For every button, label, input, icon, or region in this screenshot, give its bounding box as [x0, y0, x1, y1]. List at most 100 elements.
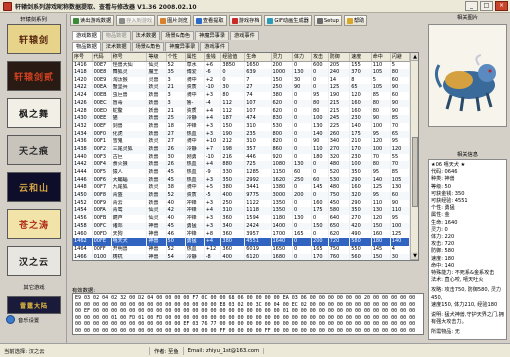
column-header[interactable]: 命中 [371, 53, 391, 62]
table-row[interactable]: 1416 00E7 怪兽大仙 仙灵 52 草水 +6 3850 1650 200 0 600 205 15… [73, 61, 411, 69]
table-cell: 0 [292, 245, 313, 254]
game-button[interactable]: 云和山 [7, 172, 61, 202]
table-row[interactable]: 1438 00F2 三尾灵狐 妖兽 26 冷静 +7 198 357 860 0 110 270 170 1… [73, 145, 411, 154]
table-cell: 170 [349, 145, 372, 154]
game-button[interactable]: 天之痕 [7, 135, 61, 165]
table-row[interactable]: 1434 00F0 化虎 妖兽 27 热血 +3 190 235 800 0 140 260 175 95 6… [73, 130, 411, 139]
table-row[interactable]: 1450 00F8 青盔 妖兽 52 资质 -5 400 9775 3000 200 0 750 320 9… [73, 192, 411, 200]
table-cell: 860 [271, 145, 293, 154]
toolbar-button[interactable]: 帮助 [343, 15, 368, 26]
game-button[interactable]: 苍之涛 [7, 209, 61, 239]
table-row[interactable]: 1448 00F7 九尾狐 妖灵 38 骑中 +5 380 3441 1380 0 145 480 160… [73, 184, 411, 192]
table-row[interactable]: 1440 00F3 古巨 妖兽 30 刚勇 -10 216 446 920 0 180 320 230 70… [73, 153, 411, 162]
column-header[interactable]: 属性 [185, 53, 205, 62]
toolbar-button[interactable]: Setup [313, 15, 342, 26]
data-table[interactable]: 序号 代码 称号 等级 个性 属性 金钱 经验值 生命 灵力 体力 攻击 防御 速度 命中 闪避 1416 00E… [72, 52, 419, 261]
toolbar-button[interactable]: 图片浏览 [157, 15, 191, 26]
table-cell: 80 [371, 161, 391, 169]
tab[interactable]: 游戏事件 [230, 31, 259, 40]
table-row[interactable]: 1432 00EF 剑兽 妖兽 18 冲锋 +3 150 310 530 0 130 225 140 100… [73, 122, 411, 131]
table-cell: -5 [204, 192, 222, 200]
column-header[interactable]: 攻击 [311, 53, 329, 62]
maximize-button[interactable]: □ [480, 1, 493, 11]
table-cell: 125 [371, 184, 391, 192]
column-header[interactable]: 闪避 [390, 53, 411, 62]
table-row[interactable]: 1422 00EA 蟹坚兵 妖灵 21 资质 -10 30 27 250 90 0 125 65 105 90 [73, 84, 411, 93]
minimize-button[interactable]: _ [465, 1, 478, 11]
table-cell: 1620 [271, 176, 293, 185]
column-header[interactable]: 灵力 [271, 53, 293, 62]
table-cell: 720 [328, 238, 351, 246]
column-header[interactable]: 称号 [111, 53, 148, 62]
column-header[interactable]: 防御 [328, 53, 351, 62]
tab[interactable]: 游戏事件 [200, 42, 230, 51]
table-row[interactable]: 1424 00EB 虫巨兽 妖兽 3 骑中 +3 80 74 380 0 95 190 120 85 60 [73, 92, 411, 100]
tab[interactable]: 游戏数据 [72, 31, 101, 40]
toolbar-button[interactable]: 读出游戏数据 [70, 15, 115, 26]
column-header[interactable]: 速度 [349, 53, 372, 62]
table-cell: 3 [166, 76, 186, 85]
toolbar-button[interactable]: 游戏存档 [228, 15, 263, 26]
tab[interactable]: 物品数据 [101, 31, 131, 40]
toolbar-button[interactable]: GIF动画生成器 [264, 15, 312, 26]
other-game-button[interactable]: 雷霆大陆 [7, 296, 61, 314]
table-cell: 420 [349, 222, 372, 231]
scroll-thumb[interactable] [412, 137, 418, 207]
table-cell: +7 [204, 145, 222, 154]
table-row[interactable]: 1464 00FF 开明兽 神兽 52 热血 +12 360 6019 1650 0 165 750 55… [73, 245, 411, 254]
tab[interactable]: 场景&角色 [131, 42, 165, 51]
column-header[interactable]: 代码 [92, 53, 112, 62]
column-header[interactable]: 个性 [166, 53, 186, 62]
table-cell: 妖兽 [146, 115, 167, 123]
table-row[interactable]: 1466 0100 梼杌 神兽 54 冷静 -8 400 6120 1680 0 170 760 560 1… [73, 253, 411, 260]
tab[interactable]: 场景&角色 [161, 31, 195, 40]
column-header[interactable]: 体力 [292, 53, 313, 62]
table-cell: 00ED [92, 107, 112, 116]
table-row[interactable]: 1444 00F5 猿人 妖兽 45 热血 -9 330 1285 1150 60 0 520 350 95… [73, 168, 411, 177]
table-row[interactable]: 1446 00F6 大蝙蝠 妖兽 45 热血 +3 350 2992 1620 250 60 530 29… [73, 176, 411, 185]
table-row[interactable]: 1418 00E8 舞狐灵 魔王 35 博爱 -6 0 639 1000 130 0 240 370 105… [73, 69, 411, 77]
game-button[interactable]: 汉之云 [7, 246, 61, 276]
table-row[interactable]: 1456 00FB 葫芦 仙灵 40 冲锋 +3 360 1594 1180 130 0 640 270 1… [73, 215, 411, 223]
table-cell: 190 [328, 92, 351, 100]
table-row[interactable]: 1430 00EE 猫妖兽 25 冷静 +4 187 474 830 0 100 245 230 90 85 [73, 115, 411, 123]
table-row[interactable]: 1454 00FA 青鸾 仙灵 42 冲锋 +4 310 1118 1350 0 175 580 350 1… [73, 207, 411, 216]
table-cell: 90 [390, 199, 411, 208]
scroll-down-icon[interactable]: ▼ [411, 252, 418, 260]
table-scrollbar[interactable]: ▲ ▼ [410, 53, 418, 260]
toolbar-button-icon [195, 17, 202, 24]
tab[interactable]: 法术数据 [101, 42, 131, 51]
tab[interactable]: 神魔异事录 [195, 31, 230, 40]
column-header[interactable]: 生命 [244, 53, 272, 62]
toolbar-button-label: 游戏存档 [238, 18, 260, 24]
game-button[interactable]: 轩辕剑贰 [7, 61, 61, 91]
column-header[interactable]: 经验值 [220, 53, 246, 62]
table-row[interactable]: 1442 00F4 食火狼 妖兽 26 热血 +4 880 725 1080 130 0 480 100 8… [73, 161, 411, 169]
game-button[interactable]: 枫之舞 [7, 98, 61, 128]
table-row[interactable]: 1420 00E9 淘汰猴 灵兽 3 骑中 +2 0 7 150 30 0 14 8 5 60 [73, 76, 411, 85]
column-header[interactable]: 序号 [73, 53, 93, 62]
game-label: 汉之云 [18, 257, 49, 268]
column-header[interactable]: 等级 [146, 53, 167, 62]
table-cell: 100 [349, 161, 372, 169]
tab[interactable]: 神魔异事录 [165, 42, 200, 51]
table-row[interactable]: 1436 00F1 雪鬼 妖灵 27 骑中 +10 212 310 820 0 90 340 210 120… [73, 138, 411, 146]
game-button[interactable]: 轩辕剑 [7, 24, 61, 54]
table-row[interactable]: 1460 00FD 天狗 神兽 46 冲锋 +8 360 3957 1700 165 0 620 490 1… [73, 230, 411, 239]
table-row[interactable]: 1452 00F9 青云 妖兽 40 冲锋 +3 250 1122 1350 0 160 450 290 1… [73, 199, 411, 208]
toolbar-button[interactable]: 查看提取 [192, 15, 227, 26]
scroll-up-icon[interactable]: ▲ [411, 53, 418, 61]
table-cell: 0 [292, 199, 313, 208]
table-cell: 165 [292, 230, 313, 239]
hex-data[interactable]: E9 03 02 04 02 32 00 D2 04 00 00 00 00 F… [72, 293, 424, 335]
table-row[interactable]: 1428 00ED 蛇鳖 妖兽 21 资质 +4 112 107 620 0 80 215 160 80 90 [73, 107, 411, 116]
close-button[interactable]: × [495, 1, 508, 11]
tab[interactable]: 法术数据 [131, 31, 161, 40]
tab[interactable]: 物品数据 [72, 42, 101, 51]
toolbar-button[interactable]: 存入到游戏 [116, 15, 156, 26]
music-settings-button[interactable]: 音乐设置 [6, 314, 60, 325]
table-row[interactable]: 1426 00EC 盲毒 妖兽 3 鲁- -4 112 107 620 0 80 215 160 80 90 [73, 99, 411, 108]
table-row[interactable]: 1458 00FC 诸邓 神兽 45 勇猛 +3 340 2424 1400 0 150 650 420 1… [73, 222, 411, 231]
column-header[interactable]: 金钱 [204, 53, 222, 62]
table-row[interactable]: 1462 00FE 嘻天犬 神兽 50 勇猛 +4 380 4551 1640 0 200 720 580… [73, 238, 411, 246]
